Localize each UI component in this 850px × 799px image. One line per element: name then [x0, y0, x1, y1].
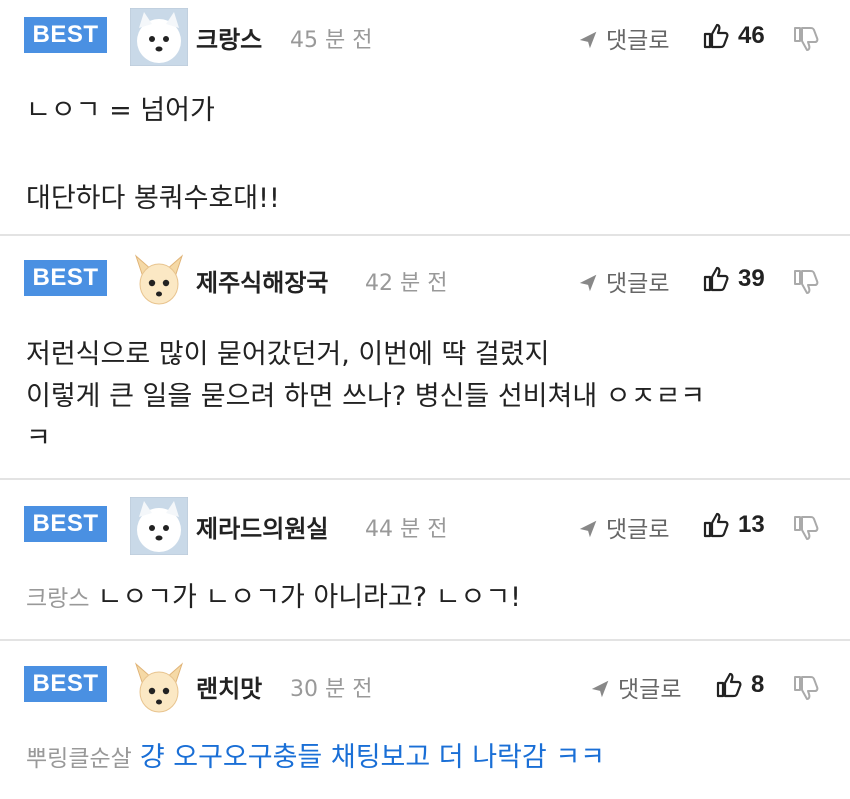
comment-header: BEST 랜치맛 30 분 전 댓글로 8 [0, 641, 850, 713]
best-badge: BEST [24, 260, 107, 296]
like-count: 39 [738, 265, 765, 292]
reply-arrow-icon [579, 31, 597, 49]
mention-link[interactable]: 크랑스 [26, 586, 89, 612]
author-name[interactable]: 랜치맛 [196, 669, 262, 704]
comment-header: BEST 크랑스 45 분 전 댓글로 46 [0, 4, 850, 68]
comment-body: 크랑스 ㄴㅇㄱ가 ㄴㅇㄱ가 아니라고? ㄴㅇㄱ! [26, 577, 521, 620]
timestamp: 30 분 전 [290, 677, 373, 702]
reply-arrow-icon [579, 274, 597, 292]
comment-line: ㅋ [26, 423, 51, 454]
timestamp: 44 분 전 [365, 517, 448, 542]
like-count: 8 [751, 671, 765, 698]
reply-button[interactable]: 댓글로 [578, 21, 669, 55]
avatar[interactable] [130, 497, 188, 555]
comment-item: BEST 제라드의원실 44 분 전 댓글로 13 크랑스 ㄴㅇㄱ가 ㄴㅇㄱ가 아… [0, 480, 850, 641]
reply-button[interactable]: 댓글로 [578, 510, 669, 544]
thumbs-up-icon[interactable] [703, 266, 729, 292]
comment-line: ㄴㅇㄱ = 넘어가 [26, 95, 215, 126]
timestamp: 45 분 전 [290, 28, 373, 53]
comment-header: BEST 제주식해장국 42 분 전 댓글로 39 [0, 236, 850, 305]
thumbs-up-icon[interactable] [703, 23, 729, 49]
comment-body: 뿌링클순살 걍 오구오구충들 채팅보고 더 나락감 ㅋㅋ [26, 737, 605, 780]
comment-header: BEST 제라드의원실 44 분 전 댓글로 13 [0, 480, 850, 555]
author-name[interactable]: 제라드의원실 [196, 509, 328, 544]
comment-body: 저런식으로 많이 묻어갔던거, 이번에 딱 걸렸지 이렇게 큰 일을 묻으려 하… [26, 334, 705, 460]
avatar[interactable] [130, 8, 188, 66]
like-count: 46 [738, 22, 765, 49]
thumbs-down-icon[interactable] [793, 675, 819, 701]
thumbs-down-icon[interactable] [793, 26, 819, 52]
comment-line: ㄴㅇㄱ가 ㄴㅇㄱ가 아니라고? ㄴㅇㄱ! [97, 582, 521, 613]
avatar[interactable] [130, 250, 188, 308]
best-badge: BEST [24, 666, 107, 702]
comment-item: BEST 제주식해장국 42 분 전 댓글로 39 저런식으로 많이 묻어갔던거… [0, 236, 850, 480]
reply-button[interactable]: 댓글로 [590, 670, 681, 704]
reply-button[interactable]: 댓글로 [578, 264, 669, 298]
comment-item: BEST 크랑스 45 분 전 댓글로 46 ㄴㅇㄱ = 넘어가 대단하다 봉쿼… [0, 0, 850, 236]
avatar[interactable] [130, 658, 188, 716]
reply-arrow-icon [579, 520, 597, 538]
author-name[interactable]: 크랑스 [196, 20, 262, 55]
thumbs-up-icon[interactable] [703, 512, 729, 538]
timestamp: 42 분 전 [365, 271, 448, 296]
thumbs-down-icon[interactable] [793, 269, 819, 295]
best-badge: BEST [24, 506, 107, 542]
thumbs-down-icon[interactable] [793, 515, 819, 541]
reply-arrow-icon [591, 680, 609, 698]
comment-body: ㄴㅇㄱ = 넘어가 대단하다 봉쿼수호대!! [26, 90, 280, 220]
comment-line [26, 132, 280, 174]
author-name[interactable]: 제주식해장국 [196, 263, 328, 298]
comment-line: 저런식으로 많이 묻어갔던거, 이번에 딱 걸렸지 [26, 339, 550, 370]
comment-line: 걍 오구오구충들 채팅보고 더 나락감 ㅋㅋ [139, 742, 606, 773]
comment-line: 이렇게 큰 일을 묻으려 하면 쓰나? 병신들 선비쳐내 ㅇㅈㄹㅋ [26, 381, 706, 412]
like-count: 13 [738, 511, 765, 538]
comment-item: BEST 랜치맛 30 분 전 댓글로 8 뿌링클순살 걍 오구오구충들 채팅보고… [0, 641, 850, 799]
best-badge: BEST [24, 17, 107, 53]
comment-line: 대단하다 봉쿼수호대!! [26, 183, 280, 214]
mention-link[interactable]: 뿌링클순살 [26, 746, 132, 772]
thumbs-up-icon[interactable] [716, 672, 742, 698]
